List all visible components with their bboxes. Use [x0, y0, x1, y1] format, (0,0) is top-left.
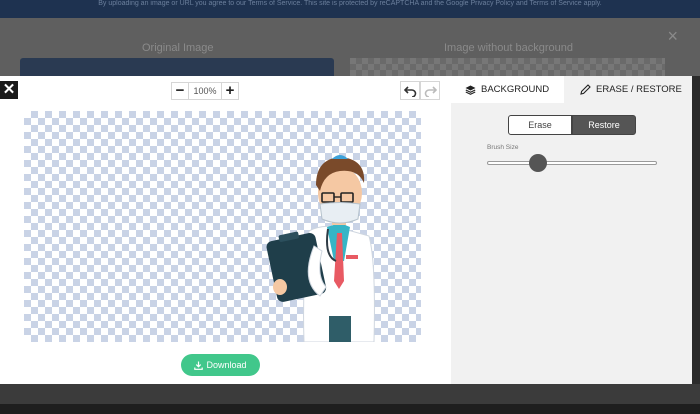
terms-notice: By uploading an image or URL you agree t…: [98, 0, 602, 7]
result-image-card: [350, 58, 665, 76]
tab-erase-restore[interactable]: ERASE / RESTORE: [564, 76, 692, 103]
download-icon: [194, 361, 204, 370]
brush-size-handle[interactable]: [529, 154, 547, 172]
restore-button[interactable]: Restore: [572, 115, 636, 135]
background-close-icon: ×: [667, 26, 678, 46]
original-image-card: [20, 58, 334, 76]
original-image-label: Original Image: [142, 42, 214, 54]
zoom-out-button[interactable]: −: [171, 81, 189, 100]
zoom-in-button[interactable]: +: [221, 81, 239, 100]
zoom-level: 100%: [189, 81, 221, 100]
undo-button[interactable]: [400, 81, 420, 100]
terms-banner: By uploading an image or URL you agree t…: [0, 0, 700, 18]
footer: [0, 404, 700, 414]
settings-panel: BACKGROUND ERASE / RESTORE Erase Restore…: [451, 76, 692, 384]
tab-background-label: BACKGROUND: [481, 84, 550, 95]
tab-erase-restore-label: ERASE / RESTORE: [596, 84, 682, 95]
zoom-controls: − 100% +: [171, 81, 239, 100]
brush-size-label: Brush Size: [487, 144, 519, 151]
tab-background[interactable]: BACKGROUND: [451, 76, 564, 103]
download-label: Download: [206, 360, 247, 370]
result-image-label: Image without background: [444, 42, 574, 54]
history-controls: [400, 81, 440, 100]
close-editor-button[interactable]: ✕: [0, 81, 18, 99]
undo-icon: [403, 85, 416, 97]
brush-size-slider[interactable]: [487, 161, 657, 165]
edit-canvas[interactable]: [24, 111, 421, 342]
redo-icon: [424, 85, 437, 97]
pencil-icon: [580, 84, 591, 95]
footer-stripe: [0, 384, 700, 404]
download-button[interactable]: Download: [181, 354, 260, 376]
redo-button[interactable]: [420, 81, 440, 100]
erase-button[interactable]: Erase: [508, 115, 572, 135]
mode-toggle: Erase Restore: [508, 115, 636, 135]
layers-icon: [465, 85, 476, 95]
doctor-illustration: [266, 155, 375, 342]
